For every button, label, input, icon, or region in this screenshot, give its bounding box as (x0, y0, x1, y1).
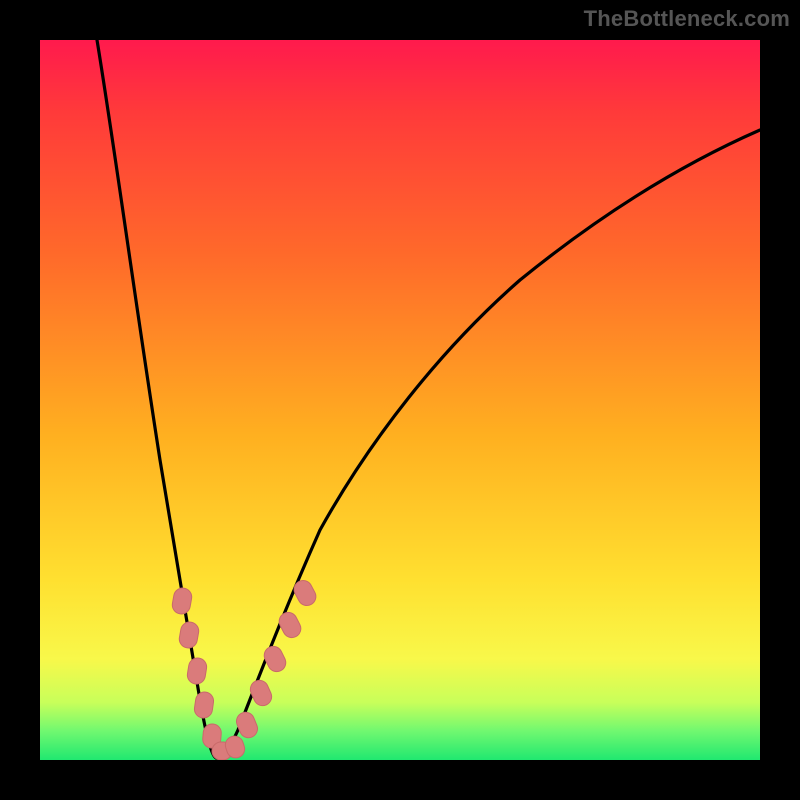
bottleneck-curve (97, 40, 760, 758)
watermark-text: TheBottleneck.com (584, 6, 790, 32)
plot-area (40, 40, 760, 760)
highlight-markers (171, 577, 319, 760)
bottleneck-curve-svg (40, 40, 760, 760)
chart-frame: TheBottleneck.com (0, 0, 800, 800)
